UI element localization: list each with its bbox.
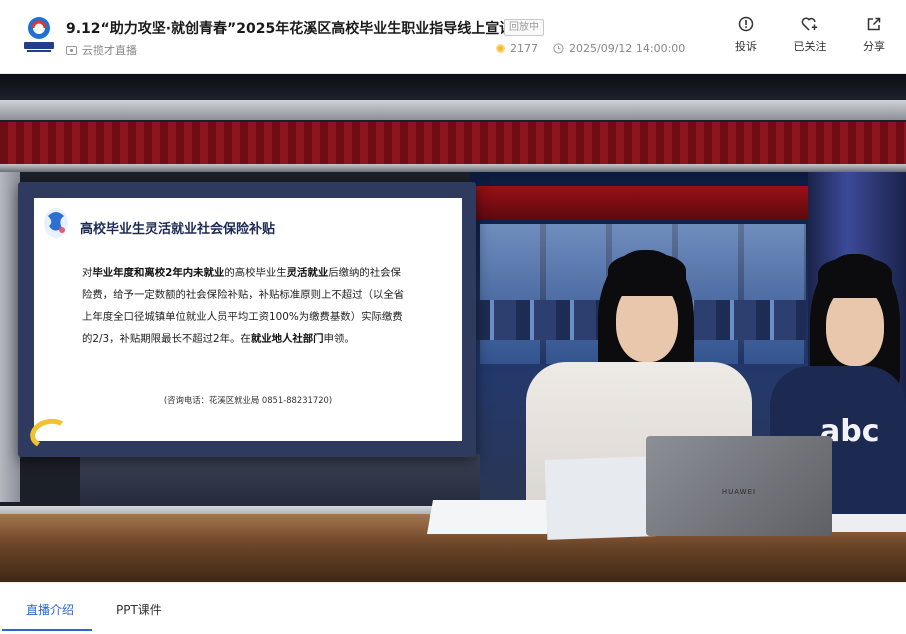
status-badge: 回放中 (504, 19, 544, 36)
studio-ceiling (0, 74, 906, 102)
tab-ppt-courseware[interactable]: PPT课件 (116, 601, 162, 618)
channel-icon (66, 45, 77, 55)
studio-band-edge (0, 164, 906, 172)
report-button[interactable]: 投诉 (714, 16, 778, 54)
slide-line: 上年度全口径城镇单位就业人员平均工资100%为缴费基数）实际缴费 (82, 306, 450, 328)
follow-label: 已关注 (793, 40, 827, 53)
warning-icon (738, 16, 754, 32)
page-title: 9.12“助力攻坚·就创青春”2025年花溪区高校毕业生职业指导线上宣讲会 (66, 21, 528, 37)
presentation-slide: 高校毕业生灵活就业社会保险补贴 对毕业年度和离校2年内未就业的高校毕业生灵活就业… (27, 198, 462, 453)
slide-text: 后缴纳的社会保 (328, 267, 401, 279)
slide-emphasis-text: 毕业年度和离校2年内未就业 (92, 267, 225, 279)
active-tab-indicator (2, 629, 92, 631)
slide-line: 险费，给予一定数额的社会保险补贴，补贴标准原则上不超过（以全省 (82, 284, 450, 306)
slide-contact: (咨询电话：花溪区就业局 0851-88231720) (163, 395, 333, 405)
desk-papers (427, 500, 553, 534)
channel-label: 云揽才直播 (82, 44, 137, 57)
studio-wall-red (470, 186, 810, 220)
slide-text: 申领。 (323, 333, 355, 345)
slide-logo (44, 208, 68, 238)
laptop: HUAWEI (646, 436, 832, 536)
follow-button[interactable]: 已关注 (778, 16, 842, 54)
slide-emphasis-text: 就业地人社部门 (250, 333, 324, 345)
report-label: 投诉 (735, 40, 757, 53)
slide-line: 的2/3，补贴期限最长不超过2年。在就业地人社部门申领。 (82, 328, 450, 350)
slide-emphasis-text: 灵活就业 (286, 267, 329, 279)
heart-plus-icon (801, 17, 818, 31)
studio-stage (80, 454, 480, 510)
brand-logo (24, 17, 54, 52)
slide-text: 的高校毕业生 (224, 267, 287, 279)
laptop-brand: HUAWEI (721, 488, 757, 496)
view-count: 2177 (496, 42, 538, 55)
tab-live-intro[interactable]: 直播介绍 (26, 601, 74, 618)
clock-icon (553, 43, 564, 54)
live-header: 9.12“助力攻坚·就创青春”2025年花溪区高校毕业生职业指导线上宣讲会 回放… (0, 0, 906, 74)
slide-text: 的2/3，补贴期限最长不超过2年。在 (82, 333, 251, 345)
studio-pillar-left (0, 172, 20, 502)
share-button[interactable]: 分享 (842, 16, 906, 54)
slide-text: 上年度全口径城镇单位就业人员平均工资100%为缴费基数）实际缴费 (82, 311, 403, 323)
view-count-value: 2177 (510, 42, 538, 55)
slide-text: 对 (82, 267, 93, 279)
slide-body: 对毕业年度和离校2年内未就业的高校毕业生灵活就业后缴纳的社会保 险费，给予一定数… (82, 262, 450, 350)
share-label: 分享 (863, 40, 885, 53)
coin-icon (496, 44, 505, 53)
slide-text: 险费，给予一定数额的社会保险补贴，补贴标准原则上不超过（以全省 (82, 289, 405, 301)
content-tabs: 直播介绍 PPT课件 (0, 582, 906, 634)
studio-ceiling-band (0, 100, 906, 120)
share-icon (867, 17, 881, 31)
document-sheet (544, 456, 658, 540)
studio-red-band (0, 122, 906, 166)
channel-name[interactable]: 云揽才直播 (66, 42, 137, 58)
slide-title: 高校毕业生灵活就业社会保险补贴 (80, 222, 276, 237)
video-player[interactable]: 高校毕业生灵活就业社会保险补贴 对毕业年度和离校2年内未就业的高校毕业生灵活就业… (0, 74, 906, 582)
slide-line: 对毕业年度和离校2年内未就业的高校毕业生灵活就业后缴纳的社会保 (82, 262, 450, 284)
start-time-value: 2025/09/12 14:00:00 (569, 42, 686, 55)
start-time: 2025/09/12 14:00:00 (553, 42, 685, 55)
header-actions: 投诉 已关注 分享 (714, 16, 906, 54)
